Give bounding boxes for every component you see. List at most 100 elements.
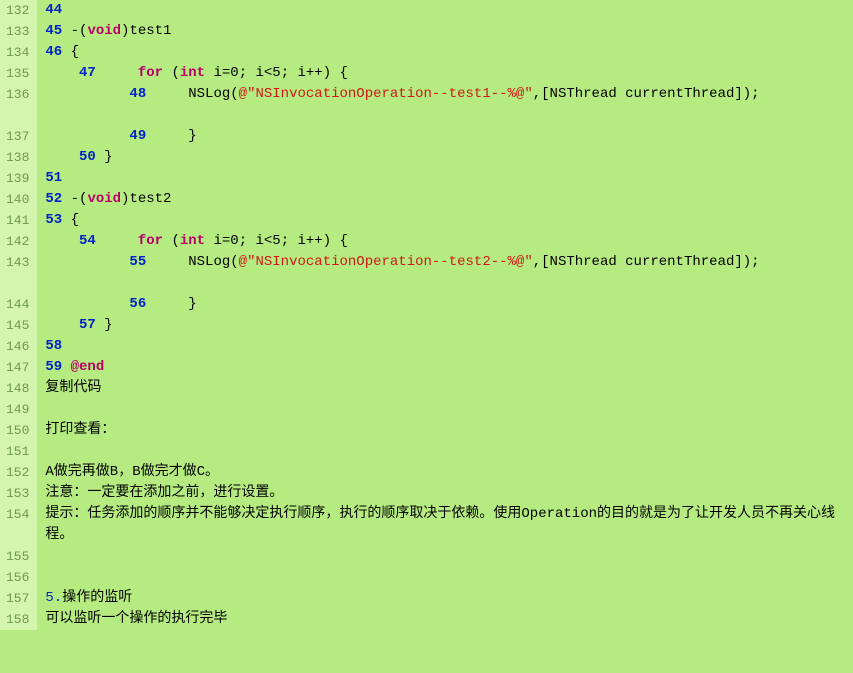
inner-line-num: 44 xyxy=(45,2,62,18)
code-line: 45 -(void)test1 xyxy=(45,21,845,42)
gutter-line: 153 xyxy=(6,483,29,504)
keyword-void: void xyxy=(87,191,121,207)
line-gutter: 132 133 134 135 136 137 138 139 140 141 … xyxy=(0,0,37,630)
inner-line-num: 57 xyxy=(79,317,96,333)
gutter-line: 141 xyxy=(6,210,29,231)
code-token: -( xyxy=(62,191,87,207)
inner-line-num: 53 xyxy=(45,212,62,228)
inner-line-num: 56 xyxy=(129,296,146,312)
gutter-line: 156 xyxy=(6,567,29,588)
keyword-void: void xyxy=(87,23,121,39)
code-token: } xyxy=(188,128,196,144)
keyword-int: int xyxy=(180,233,205,249)
gutter-line: 147 xyxy=(6,357,29,378)
gutter-line: 133 xyxy=(6,21,29,42)
inner-line-num: 47 xyxy=(79,65,96,81)
gutter-line: 139 xyxy=(6,168,29,189)
code-token: ( xyxy=(163,65,180,81)
gutter-line: 137 xyxy=(6,126,29,147)
gutter-line: 148 xyxy=(6,378,29,399)
code-line: 48 NSLog(@"NSInvocationOperation--test1-… xyxy=(45,84,845,126)
code-line: 52 -(void)test2 xyxy=(45,189,845,210)
code-line: 54 for (int i=0; i<5; i++) { xyxy=(45,231,845,252)
inner-line-num: 51 xyxy=(45,170,62,186)
inner-line-num: 48 xyxy=(129,86,146,102)
gutter-line: 143 xyxy=(6,252,29,294)
code-line: 注意：一定要在添加之前，进行设置。 xyxy=(45,483,845,504)
gutter-line: 145 xyxy=(6,315,29,336)
code-line: 50 } xyxy=(45,147,845,168)
inner-line-num: 49 xyxy=(129,128,146,144)
gutter-line: 150 xyxy=(6,420,29,441)
code-line: 可以监听一个操作的执行完毕 xyxy=(45,609,845,630)
code-token: } xyxy=(104,149,112,165)
code-token: -( xyxy=(62,23,87,39)
string-at: @ xyxy=(239,86,247,102)
code-token: i=0; i<5; i++) { xyxy=(205,65,348,81)
code-line xyxy=(45,399,845,420)
code-token: { xyxy=(62,44,79,60)
inner-line-num: 55 xyxy=(129,254,146,270)
string-literal: "NSInvocationOperation--test1--%@" xyxy=(247,86,533,102)
inner-line-num: 58 xyxy=(45,338,62,354)
inner-line-num: 59 xyxy=(45,359,62,375)
code-line: 5.操作的监听 xyxy=(45,588,845,609)
code-line: 提示：任务添加的顺序并不能够决定执行顺序，执行的顺序取决于依赖。使用Operat… xyxy=(45,504,845,546)
code-line: 51 xyxy=(45,168,845,189)
code-line: 47 for (int i=0; i<5; i++) { xyxy=(45,63,845,84)
inner-line-num: 45 xyxy=(45,23,62,39)
code-line: 49 } xyxy=(45,126,845,147)
code-token: ( xyxy=(163,233,180,249)
code-line: 46 { xyxy=(45,42,845,63)
note-text: 注意：一定要在添加之前，进行设置。 xyxy=(45,485,283,501)
code-token: ,[NSThread currentThread]); xyxy=(533,86,760,102)
code-line xyxy=(45,546,845,567)
inner-line-num: 46 xyxy=(45,44,62,60)
code-content: 44 45 -(void)test1 46 { 47 for (int i=0;… xyxy=(37,0,853,630)
gutter-line: 132 xyxy=(6,0,29,21)
string-literal: "NSInvocationOperation--test2--%@" xyxy=(247,254,533,270)
code-token: } xyxy=(188,296,196,312)
gutter-line: 149 xyxy=(6,399,29,420)
gutter-line: 151 xyxy=(6,441,29,462)
code-line: 53 { xyxy=(45,210,845,231)
string-at: @ xyxy=(239,254,247,270)
keyword-for: for xyxy=(138,233,163,249)
gutter-line: 158 xyxy=(6,609,29,630)
gutter-line: 152 xyxy=(6,462,29,483)
print-view-text: 打印查看： xyxy=(45,422,115,438)
code-token: i=0; i<5; i++) { xyxy=(205,233,348,249)
gutter-line: 146 xyxy=(6,336,29,357)
gutter-line: 144 xyxy=(6,294,29,315)
keyword-int: int xyxy=(180,65,205,81)
gutter-line: 135 xyxy=(6,63,29,84)
code-line: 56 } xyxy=(45,294,845,315)
gutter-line: 157 xyxy=(6,588,29,609)
code-line: 58 xyxy=(45,336,845,357)
inner-line-num: 52 xyxy=(45,191,62,207)
keyword-for: for xyxy=(138,65,163,81)
code-view: 132 133 134 135 136 137 138 139 140 141 … xyxy=(0,0,853,630)
gutter-line: 142 xyxy=(6,231,29,252)
section-title: 操作的监听 xyxy=(62,590,132,606)
code-line: 打印查看： xyxy=(45,420,845,441)
section-desc: 可以监听一个操作的执行完毕 xyxy=(45,611,227,627)
gutter-line: 140 xyxy=(6,189,29,210)
inner-line-num: 50 xyxy=(79,149,96,165)
code-token: ,[NSThread currentThread]); xyxy=(533,254,760,270)
code-line xyxy=(45,567,845,588)
tip-text: 提示：任务添加的顺序并不能够决定执行顺序，执行的顺序取决于依赖。使用Operat… xyxy=(45,504,845,546)
copy-code-text: 复制代码 xyxy=(45,380,101,396)
gutter-line: 155 xyxy=(6,546,29,567)
code-line: 55 NSLog(@"NSInvocationOperation--test2-… xyxy=(45,252,845,294)
gutter-line: 154 xyxy=(6,504,29,546)
code-token: )test1 xyxy=(121,23,171,39)
code-line: 57 } xyxy=(45,315,845,336)
code-line: A做完再做B，B做完才做C。 xyxy=(45,462,845,483)
code-token: NSLog( xyxy=(188,254,238,270)
code-token: } xyxy=(104,317,112,333)
code-token: )test2 xyxy=(121,191,171,207)
gutter-line: 136 xyxy=(6,84,29,126)
code-token: NSLog( xyxy=(188,86,238,102)
code-token: { xyxy=(62,212,79,228)
